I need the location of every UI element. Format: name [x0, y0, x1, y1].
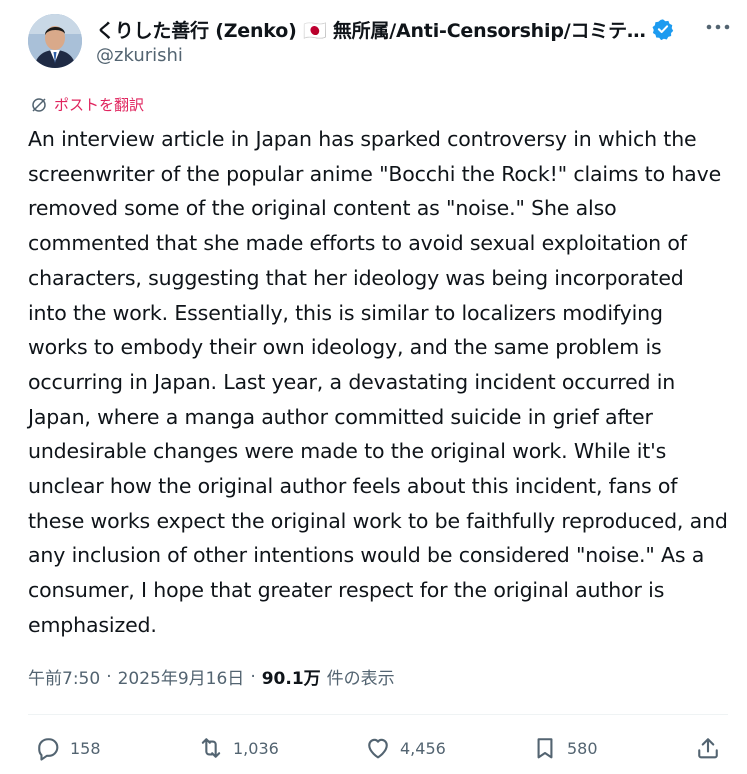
action-bar: 158 1,036 4,456 580 — [0, 730, 747, 766]
post-text: An interview article in Japan has sparke… — [28, 127, 728, 637]
like-count: 4,456 — [400, 738, 446, 758]
bookmark-button[interactable]: 580 — [531, 730, 598, 766]
meta-separator: · — [106, 666, 112, 687]
post-header: くりした善行 (Zenko) 🇯🇵 無所属/Anti-Censorship/コミ… — [0, 0, 747, 90]
share-icon — [698, 738, 718, 759]
heart-icon — [368, 738, 388, 759]
views-count[interactable]: 90.1万 — [262, 664, 321, 689]
post-time[interactable]: 午前7:50 — [28, 664, 100, 689]
author-handle[interactable]: @zkurishi — [96, 45, 183, 66]
like-button[interactable]: 4,456 — [364, 730, 446, 766]
reply-count: 158 — [70, 738, 101, 758]
meta-separator: · — [250, 666, 256, 687]
reply-button[interactable]: 158 — [34, 730, 101, 766]
translate-label: ポストを翻訳 — [54, 96, 145, 114]
translate-icon — [32, 97, 46, 112]
divider — [28, 714, 728, 715]
share-button[interactable] — [694, 730, 730, 766]
reply-icon — [38, 738, 59, 761]
profile-photo — [28, 14, 82, 68]
post-meta: 午前7:50 · 2025年9月16日 · 90.1万 件の表示 — [28, 664, 395, 690]
avatar[interactable] — [28, 14, 82, 68]
repost-icon — [201, 738, 221, 758]
author-display-name[interactable]: くりした善行 (Zenko) 🇯🇵 無所属/Anti-Censorship/コミ… — [96, 16, 646, 43]
views-label: 件の表示 — [326, 669, 395, 689]
repost-button[interactable]: 1,036 — [197, 730, 279, 766]
more-options-icon[interactable] — [703, 16, 733, 38]
verified-badge-icon — [652, 19, 673, 40]
translate-post-link[interactable]: ポストを翻訳 — [30, 94, 144, 115]
bookmark-icon — [537, 738, 553, 759]
repost-count: 1,036 — [233, 738, 279, 758]
post-date[interactable]: 2025年9月16日 — [118, 664, 245, 689]
author-name-row: くりした善行 (Zenko) 🇯🇵 無所属/Anti-Censorship/コミ… — [96, 15, 696, 43]
bookmark-count: 580 — [567, 738, 598, 758]
